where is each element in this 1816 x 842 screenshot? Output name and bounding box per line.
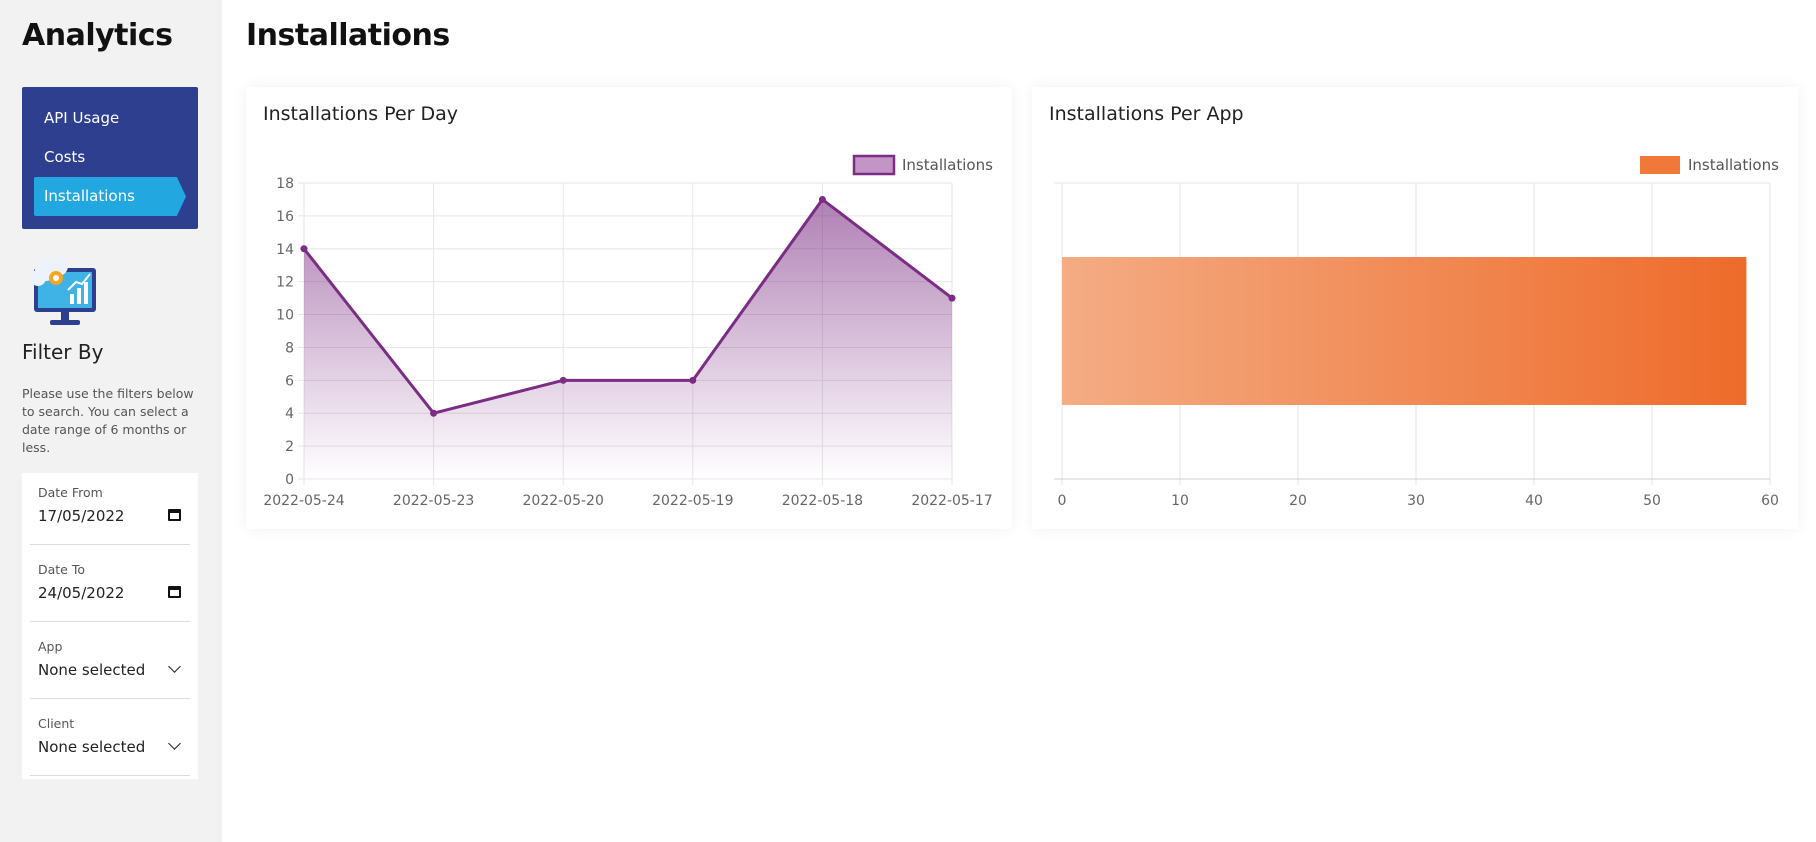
client-label: Client <box>38 716 75 731</box>
app-title: Analytics <box>22 18 173 53</box>
date-from-field[interactable]: Date From 17/05/2022 <box>30 485 190 545</box>
installations-per-day-card: Installations Per Day 0 2 4 6 8 10 12 14 16 18 202… <box>246 87 1012 529</box>
filter-title: Filter By <box>22 340 104 364</box>
y-tick-label: 0 <box>285 472 294 488</box>
x-tick-label: 10 <box>1171 493 1189 509</box>
sidebar: Analytics API Usage Costs Installations … <box>0 0 222 842</box>
data-point <box>430 409 438 417</box>
y-tick-label: 16 <box>276 209 294 225</box>
y-tick-label: 8 <box>285 340 294 356</box>
x-tick-label: 2022-05-17 <box>911 493 992 509</box>
calendar-icon[interactable] <box>166 507 182 523</box>
nav-item-costs[interactable]: Costs <box>22 138 198 177</box>
page-title: Installations <box>246 18 450 53</box>
date-to-field[interactable]: Date To 24/05/2022 <box>30 562 190 622</box>
series-area <box>304 199 952 479</box>
date-to-label: Date To <box>38 562 86 577</box>
data-point <box>948 294 956 302</box>
data-point <box>689 376 697 384</box>
app-label: App <box>38 639 63 654</box>
x-tick-label: 2022-05-24 <box>263 493 344 509</box>
date-from-label: Date From <box>38 485 103 500</box>
installations-per-app-chart: 0 10 20 30 40 50 60 Installations <box>1054 156 1779 509</box>
filter-description: Please use the filters below to search. … <box>22 386 194 455</box>
date-from-value[interactable]: 17/05/2022 <box>38 507 124 525</box>
x-tick-label: 2022-05-20 <box>523 493 604 509</box>
calendar-icon[interactable] <box>166 584 182 600</box>
bar <box>1062 257 1747 405</box>
legend-swatch <box>852 154 896 176</box>
y-tick-label: 12 <box>276 275 294 291</box>
x-tick-label: 50 <box>1643 493 1661 509</box>
x-tick-label: 2022-05-18 <box>782 493 863 509</box>
y-tick-label: 2 <box>285 439 294 455</box>
app-value[interactable]: None selected <box>38 661 145 679</box>
x-tick-label: 60 <box>1761 493 1779 509</box>
analytics-monitor-illustration-icon <box>30 256 96 325</box>
date-to-value[interactable]: 24/05/2022 <box>38 584 124 602</box>
legend-swatch <box>1640 156 1680 174</box>
data-point <box>300 245 308 253</box>
x-tick-label: 0 <box>1058 493 1067 509</box>
y-tick-label: 18 <box>276 176 294 192</box>
client-select[interactable]: Client None selected <box>30 716 190 776</box>
y-tick-label: 14 <box>276 242 294 258</box>
nav-item-installations[interactable]: Installations <box>34 177 186 216</box>
legend-label: Installations <box>902 156 993 174</box>
chevron-down-icon[interactable] <box>166 737 182 754</box>
legend-label: Installations <box>1688 156 1779 174</box>
data-point <box>818 195 826 203</box>
sidebar-nav: API Usage Costs Installations <box>22 87 198 229</box>
client-value[interactable]: None selected <box>38 738 145 756</box>
y-tick-label: 10 <box>276 308 294 324</box>
x-tick-label: 30 <box>1407 493 1425 509</box>
x-tick-label: 2022-05-23 <box>393 493 474 509</box>
installations-per-app-card: Installations Per App 0 10 20 30 40 50 60 Insta… <box>1032 87 1798 529</box>
data-point <box>559 376 567 384</box>
nav-item-api-usage[interactable]: API Usage <box>22 99 198 138</box>
x-tick-label: 20 <box>1289 493 1307 509</box>
y-tick-label: 6 <box>285 373 294 389</box>
x-tick-label: 2022-05-19 <box>652 493 733 509</box>
chevron-down-icon[interactable] <box>166 660 182 677</box>
installations-per-day-chart: 0 2 4 6 8 10 12 14 16 18 2022-05-24 2022-05-23 2022-… <box>263 154 993 509</box>
filter-card: Date From 17/05/2022 Date To 24/05/2022 … <box>22 473 198 779</box>
app-select[interactable]: App None selected <box>30 639 190 699</box>
x-tick-label: 40 <box>1525 493 1543 509</box>
y-tick-label: 4 <box>285 406 294 422</box>
